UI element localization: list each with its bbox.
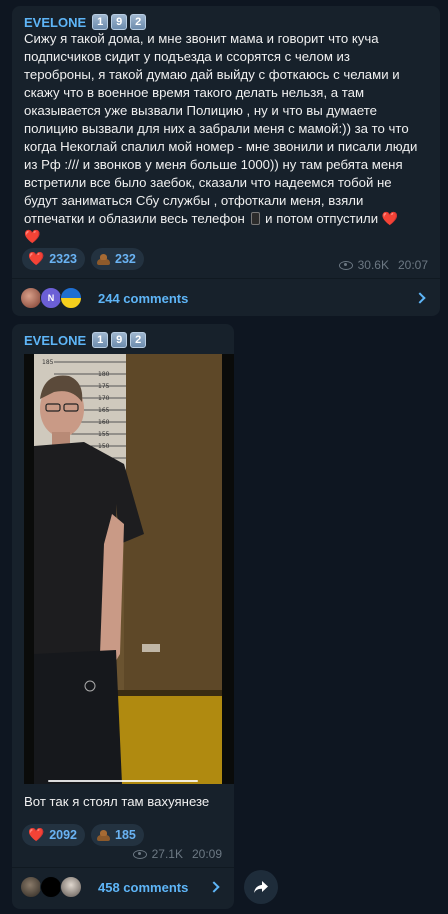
channel-title[interactable]: EVELONE — [24, 15, 86, 30]
pile-of-poo-icon — [97, 253, 110, 265]
avatar: N — [40, 287, 62, 309]
text-line: Сижу я такой дома, и мне звонит мама и г… — [24, 31, 379, 46]
reaction-count: 185 — [115, 828, 136, 842]
commenter-avatars: N — [20, 287, 90, 309]
red-heart-icon: ❤️ — [28, 251, 45, 266]
channel-post: EVELONE 1 9 2 185 180 175 170 165 160 15… — [12, 324, 234, 909]
chevron-right-icon — [414, 292, 426, 304]
text-line: тероброны, я такой думаю дай выйду с фот… — [24, 67, 400, 82]
text-line: когда Некоглай спалил мой номер - мне зв… — [24, 139, 418, 154]
red-heart-icon: ❤️ — [24, 229, 41, 244]
keycap-digit-2: 2 — [130, 14, 147, 30]
text-line: скажу что в военное время такого делать … — [24, 85, 365, 100]
text-line: отпечатки и облазили весь телефон и пото… — [24, 210, 434, 228]
text-line: оказывается уже вызвали Полицию , ну и ч… — [24, 103, 378, 118]
keycap-digit-1: 1 — [92, 14, 109, 30]
scale-label: 160 — [98, 419, 110, 426]
chevron-right-icon — [208, 881, 220, 893]
keycap-digit-9: 9 — [111, 14, 128, 30]
divider — [12, 278, 440, 279]
eye-icon — [338, 260, 353, 270]
reaction-poo[interactable]: 232 — [91, 248, 144, 270]
comments-label: 244 comments — [98, 290, 189, 306]
scale-label: 175 — [98, 383, 110, 390]
reaction-poo[interactable]: 185 — [91, 824, 144, 846]
avatar — [40, 876, 62, 898]
pile-of-poo-icon — [97, 829, 110, 841]
scale-label: 155 — [98, 431, 110, 438]
view-count: 27.1K — [151, 847, 183, 861]
share-arrow-icon — [254, 881, 268, 893]
red-heart-icon: ❤️ — [381, 211, 399, 226]
reactions: ❤️ 2323 232 — [22, 248, 144, 270]
chat-view: EVELONE 1 9 2 Сижу я такой дома, и мне з… — [0, 0, 448, 914]
avatar — [60, 287, 82, 309]
comments-label: 458 comments — [98, 879, 189, 895]
keycap-digit-9: 9 — [111, 332, 128, 348]
reaction-count: 2092 — [49, 828, 77, 842]
post-meta: 30.6K 20:07 — [338, 258, 428, 272]
photo-illustration: 185 180 175 170 165 160 155 150 145 140 — [34, 354, 222, 784]
avatar — [60, 876, 82, 898]
scale-label: 180 — [98, 371, 110, 378]
avatar — [20, 876, 42, 898]
text-line: будут заниматься Сбу службы , отфоткали … — [24, 193, 364, 208]
reaction-count: 232 — [115, 252, 136, 266]
channel-name[interactable]: EVELONE 1 9 2 — [24, 14, 147, 30]
scale-label: 165 — [98, 407, 110, 414]
text-line: из Рф :/// и звонков у меня больше 1000)… — [24, 157, 403, 172]
post-time: 20:07 — [397, 258, 428, 272]
scale-label: 185 — [42, 359, 54, 366]
keycap-digit-2: 2 — [130, 332, 147, 348]
text-segment: отпечатки и облазили весь телефон — [24, 211, 245, 226]
text-line: полицию вызвали для них а забрали меня с… — [24, 121, 409, 136]
reactions: ❤️ 2092 185 — [22, 824, 144, 846]
share-button[interactable] — [244, 870, 278, 904]
commenter-avatars — [20, 876, 90, 898]
photo-caption: Вот так я стоял там вахуянезе — [24, 794, 210, 809]
post-meta: 27.1K 20:09 — [132, 847, 222, 861]
scale-label: 170 — [98, 395, 110, 402]
text-segment: и потом отпустили — [265, 211, 379, 226]
reaction-heart[interactable]: ❤️ 2092 — [22, 824, 85, 846]
channel-name[interactable]: EVELONE 1 9 2 — [24, 332, 147, 348]
reaction-heart[interactable]: ❤️ 2323 — [22, 248, 85, 270]
keycap-digit-1: 1 — [92, 332, 109, 348]
text-line: встретили все было заебок, сказали что н… — [24, 175, 392, 190]
divider — [12, 867, 234, 868]
post-photo[interactable]: 185 180 175 170 165 160 155 150 145 140 — [24, 354, 234, 784]
post-text: Сижу я такой дома, и мне звонит мама и г… — [24, 30, 434, 246]
view-count: 30.6K — [357, 258, 389, 272]
comments-button[interactable]: N 244 comments — [12, 280, 440, 316]
reaction-count: 2323 — [49, 252, 77, 266]
avatar — [20, 287, 42, 309]
scale-label: 150 — [98, 443, 110, 450]
post-time: 20:09 — [191, 847, 222, 861]
eye-icon — [132, 849, 147, 859]
channel-post: EVELONE 1 9 2 Сижу я такой дома, и мне з… — [12, 6, 440, 316]
text-line: подписчиков сидит у подъезда и ссорятся … — [24, 49, 350, 64]
mobile-phone-icon — [250, 212, 260, 225]
red-heart-icon: ❤️ — [28, 827, 45, 842]
comments-button[interactable]: 458 comments — [12, 869, 234, 905]
channel-title[interactable]: EVELONE — [24, 333, 86, 348]
